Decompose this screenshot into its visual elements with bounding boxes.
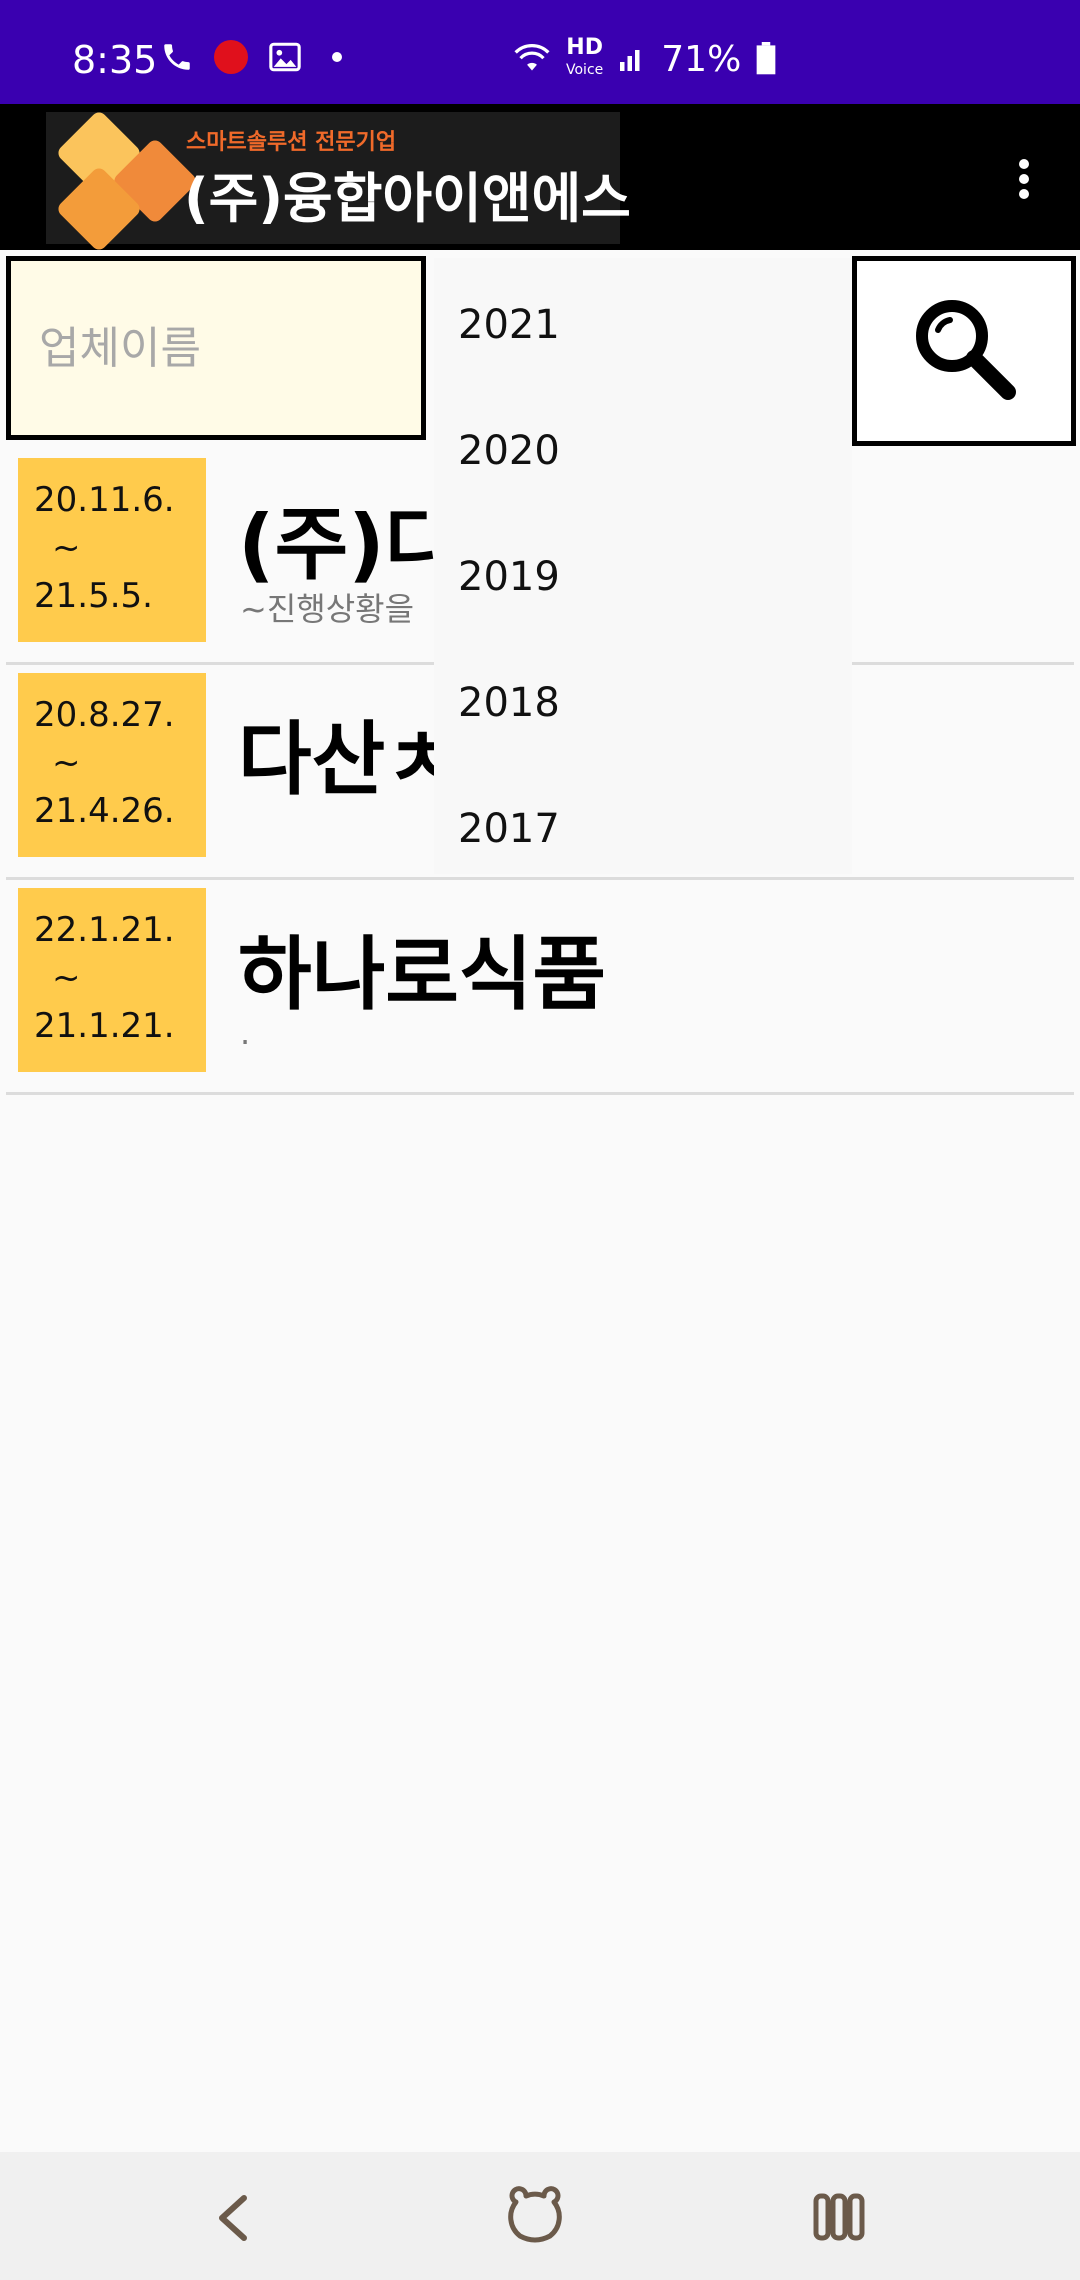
status-text: . (240, 1014, 251, 1052)
company-name: (주)다 (238, 498, 459, 591)
recents-icon[interactable] (804, 2182, 874, 2252)
date-badge: 20.8.27. ~ 21.4.26. (18, 673, 206, 857)
call-recording-icon (214, 40, 248, 74)
signal-icon (620, 50, 640, 71)
more-vert-icon[interactable] (1012, 156, 1036, 204)
date-badge: 20.11.6. ~ 21.5.5. (18, 458, 206, 642)
date-end: 21.1.21. (34, 1006, 175, 1046)
date-start: 20.11.6. (34, 480, 175, 520)
back-chevron-icon[interactable] (200, 2182, 270, 2252)
status-time: 8:35 (72, 38, 158, 82)
date-end: 21.5.5. (34, 576, 153, 616)
year-option-2017[interactable]: 2017 (434, 762, 852, 888)
year-option-2019[interactable]: 2019 (434, 510, 852, 636)
company-name: 하나로식품 (238, 928, 606, 1021)
wifi-icon (514, 43, 550, 71)
notification-dot-icon (332, 52, 342, 62)
status-left-icons (160, 40, 342, 74)
company-name: 다산ㅊ (238, 713, 459, 806)
date-tilde: ~ (52, 958, 81, 998)
logo-slogan: 스마트솔루션 전문기업 (186, 130, 397, 155)
date-end: 21.4.26. (34, 791, 175, 831)
date-tilde: ~ (52, 743, 81, 783)
company-search-input[interactable] (6, 256, 426, 440)
system-nav-bar (0, 2152, 1080, 2280)
status-bar: 8:35 HD Voice 71% (0, 0, 1080, 104)
date-start: 22.1.21. (34, 910, 175, 950)
search-button[interactable] (852, 256, 1076, 446)
gallery-icon (269, 42, 301, 72)
year-option-2020[interactable]: 2020 (434, 384, 852, 510)
home-bear-icon[interactable] (500, 2182, 570, 2252)
network-type: HD (566, 35, 603, 60)
magnifier-icon (916, 299, 1016, 400)
network-sub: Voice (566, 62, 604, 78)
year-dropdown-menu: 2021 2020 2019 2018 2017 (434, 258, 852, 874)
year-option-2021[interactable]: 2021 (434, 258, 852, 384)
date-tilde: ~ (52, 528, 81, 568)
date-start: 20.8.27. (34, 695, 175, 735)
company-logo: 스마트솔루션 전문기업 (주)융합아이앤에스 (46, 109, 631, 253)
year-option-2018[interactable]: 2018 (434, 636, 852, 762)
app-bar: 스마트솔루션 전문기업 (주)융합아이앤에스 (0, 104, 1080, 253)
status-text: ~진행상황을 (240, 590, 415, 628)
date-badge: 22.1.21. ~ 21.1.21. (18, 888, 206, 1072)
list-item[interactable]: 22.1.21. ~ 21.1.21. 하나로식품 . (6, 880, 1074, 1095)
network-label: HD Voice (566, 35, 604, 80)
battery-text: 71% (661, 38, 742, 80)
phone-icon (164, 44, 190, 70)
logo-company-name: (주)융합아이앤에스 (184, 167, 631, 230)
status-right-icons: HD Voice 71% (512, 35, 777, 80)
battery-icon (756, 42, 776, 75)
